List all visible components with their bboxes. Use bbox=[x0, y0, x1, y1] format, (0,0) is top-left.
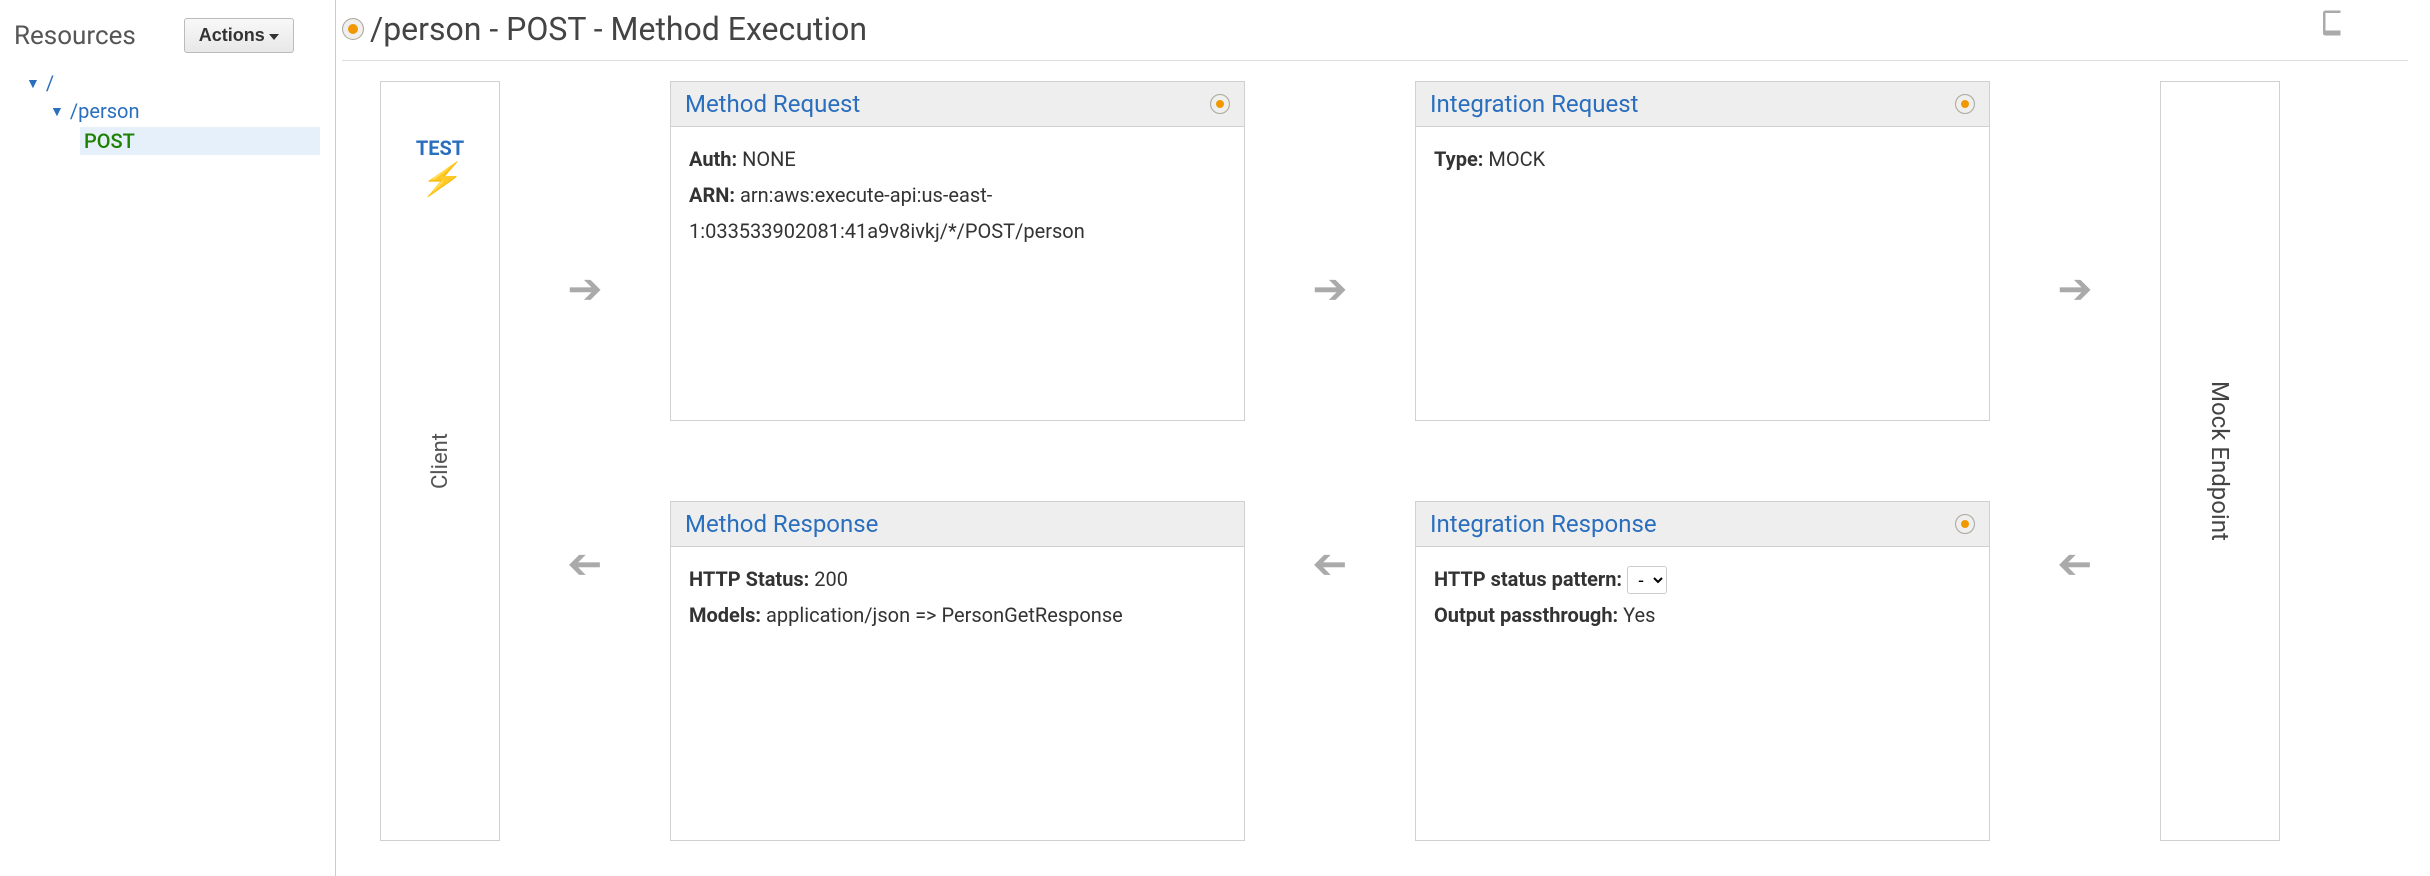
arrow-col-1: ➔ ➔ bbox=[500, 81, 670, 841]
status-dot-icon bbox=[1210, 94, 1230, 114]
http-status-label: HTTP Status: bbox=[689, 567, 809, 591]
integration-cards-col: Integration Request Type: MOCK Integrati… bbox=[1415, 81, 1990, 841]
arrow-right-icon: ➔ bbox=[1312, 264, 1347, 314]
arrow-left-icon: ➔ bbox=[567, 539, 602, 589]
docs-book-icon[interactable] bbox=[2318, 8, 2348, 42]
integration-request-card: Integration Request Type: MOCK bbox=[1415, 81, 1990, 421]
sidebar: Resources Actions ▼ / ▼ /person POST bbox=[0, 0, 336, 876]
models-value: application/json => PersonGetResponse bbox=[766, 603, 1123, 627]
caret-down-icon bbox=[269, 34, 279, 40]
tree-method-label: POST bbox=[80, 127, 320, 155]
tree-resource-label: /person bbox=[70, 99, 140, 123]
main-content: /person - POST - Method Execution TEST ⚡… bbox=[336, 0, 2430, 876]
method-cards-col: Method Request Auth: NONE ARN: arn:aws:e… bbox=[670, 81, 1245, 841]
page-title: /person - POST - Method Execution bbox=[370, 10, 867, 48]
type-value: MOCK bbox=[1488, 147, 1545, 171]
status-dot-icon bbox=[1955, 514, 1975, 534]
output-passthrough-value: Yes bbox=[1623, 603, 1655, 627]
method-response-title[interactable]: Method Response bbox=[685, 510, 878, 538]
arrow-col-2: ➔ ➔ bbox=[1245, 81, 1415, 841]
arrow-left-icon: ➔ bbox=[2057, 539, 2092, 589]
integration-request-title[interactable]: Integration Request bbox=[1430, 90, 1639, 118]
type-label: Type: bbox=[1434, 147, 1483, 171]
arn-value: arn:aws:execute-api:us-east-1:0335339020… bbox=[689, 183, 1085, 243]
tree-root[interactable]: ▼ / bbox=[26, 69, 335, 97]
models-label: Models: bbox=[689, 603, 761, 627]
method-response-card: Method Response HTTP Status: 200 Models:… bbox=[670, 501, 1245, 841]
arn-label: ARN: bbox=[689, 183, 735, 207]
status-dot-icon bbox=[1955, 94, 1975, 114]
status-pattern-select[interactable]: - bbox=[1627, 566, 1667, 594]
chevron-down-icon: ▼ bbox=[50, 103, 64, 120]
arrow-col-3: ➔ ➔ bbox=[1990, 81, 2160, 841]
mock-endpoint-label: Mock Endpoint bbox=[2206, 381, 2234, 541]
integration-response-title[interactable]: Integration Response bbox=[1430, 510, 1657, 538]
client-label: Client bbox=[428, 433, 453, 489]
integration-response-card: Integration Response HTTP status pattern… bbox=[1415, 501, 1990, 841]
test-link[interactable]: TEST ⚡ bbox=[416, 136, 464, 198]
arrow-right-icon: ➔ bbox=[2057, 264, 2092, 314]
tree-root-label: / bbox=[46, 71, 54, 95]
test-label: TEST bbox=[416, 136, 464, 160]
actions-button-label: Actions bbox=[199, 25, 265, 46]
tree-method-post[interactable]: POST bbox=[26, 125, 335, 157]
tree-resource-person[interactable]: ▼ /person bbox=[26, 97, 335, 125]
mock-endpoint-box: Mock Endpoint bbox=[2160, 81, 2280, 841]
method-request-title[interactable]: Method Request bbox=[685, 90, 860, 118]
arrow-right-icon: ➔ bbox=[567, 264, 602, 314]
auth-label: Auth: bbox=[689, 147, 737, 171]
chevron-down-icon: ▼ bbox=[26, 75, 40, 92]
status-pattern-label: HTTP status pattern: bbox=[1434, 567, 1622, 591]
client-box[interactable]: TEST ⚡ Client bbox=[380, 81, 500, 841]
method-request-card: Method Request Auth: NONE ARN: arn:aws:e… bbox=[670, 81, 1245, 421]
method-flow: TEST ⚡ Client ➔ ➔ Method Request A bbox=[342, 61, 2408, 861]
status-dot-icon bbox=[342, 18, 364, 40]
resources-title: Resources bbox=[14, 21, 136, 51]
actions-button[interactable]: Actions bbox=[184, 18, 294, 53]
arrow-left-icon: ➔ bbox=[1312, 539, 1347, 589]
lightning-icon: ⚡ bbox=[416, 160, 464, 198]
http-status-value: 200 bbox=[814, 567, 848, 591]
title-row: /person - POST - Method Execution bbox=[342, 0, 2408, 61]
output-passthrough-label: Output passthrough: bbox=[1434, 603, 1618, 627]
auth-value: NONE bbox=[742, 147, 796, 171]
resource-tree: ▼ / ▼ /person POST bbox=[10, 69, 335, 157]
